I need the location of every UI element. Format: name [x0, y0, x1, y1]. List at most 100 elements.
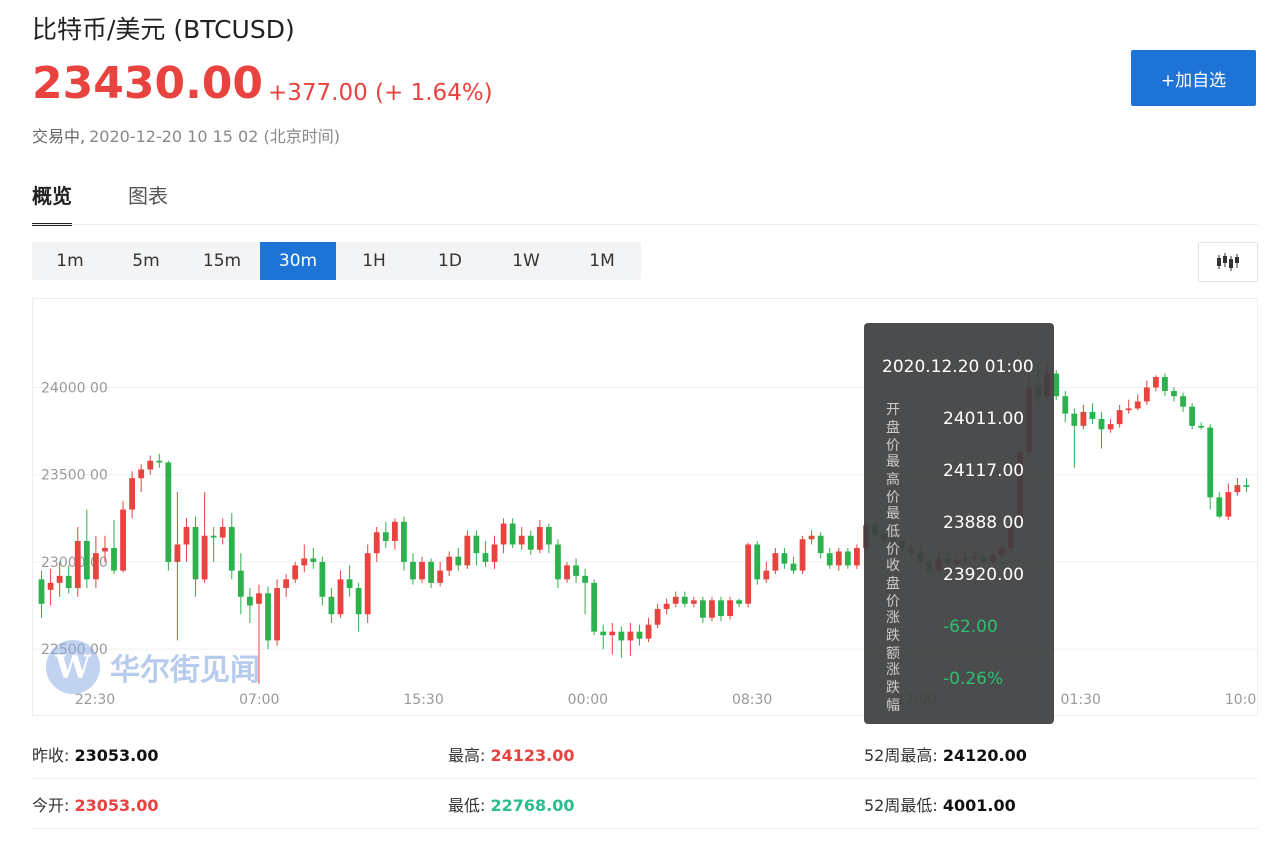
stat-value: 23053.00 — [74, 746, 159, 765]
candle-body — [47, 582, 54, 590]
candle-body — [265, 593, 271, 641]
candle-body — [1162, 377, 1168, 391]
candle-body — [301, 558, 308, 566]
tooltip-row-open: 开盘价 24011.00 — [886, 401, 1046, 454]
tooltip-date: 2020.12.20 01:00 — [882, 357, 1034, 377]
candle-body — [699, 600, 706, 618]
tab-overview[interactable]: 概览 — [32, 180, 72, 226]
candle-body — [74, 540, 81, 589]
tooltip-row-change: 涨跌额 -62.00 — [886, 609, 1046, 662]
period-5m[interactable]: 5m — [108, 242, 184, 280]
period-1d[interactable]: 1D — [412, 242, 488, 280]
candle-body — [799, 539, 806, 571]
stat-value: 4001.00 — [942, 796, 1016, 815]
candle-body — [854, 547, 860, 566]
last-price: 23430.00 — [32, 58, 264, 109]
candle-body — [527, 535, 534, 550]
candlestick-icon — [1217, 253, 1239, 271]
stat-low: 最低: 22768.00 — [448, 792, 575, 816]
candle-body — [1180, 396, 1186, 407]
candle-body — [763, 570, 770, 580]
candle-body — [328, 596, 335, 615]
stats-panel: 昨收: 23053.00 最高: 24123.00 52周最高: 24120.0… — [32, 730, 1258, 830]
candle-body — [781, 553, 788, 564]
y-tick-label: 23500 00 — [41, 468, 108, 484]
candle-body — [1216, 497, 1223, 517]
candle-body — [482, 553, 489, 562]
period-30m[interactable]: 30m — [260, 242, 336, 280]
candle-body — [582, 575, 589, 583]
watermark-logo: W — [46, 640, 100, 694]
candle-body — [337, 579, 344, 615]
candle-body — [228, 527, 235, 571]
x-tick-label: 00:00 — [568, 692, 608, 708]
candle-body — [709, 600, 715, 618]
candle-body — [1225, 492, 1232, 517]
tooltip-row-change-pct: 涨跌幅 -0.26% — [886, 661, 1046, 714]
candle-body — [174, 544, 181, 562]
candle-body — [292, 565, 299, 580]
candle-body — [1189, 406, 1196, 426]
candle-body — [419, 561, 425, 580]
x-tick-label: 22:30 — [75, 692, 115, 708]
candle-body — [120, 509, 126, 571]
x-tick-label: 08:30 — [732, 692, 772, 708]
candle-body — [237, 570, 244, 597]
candle-body — [826, 553, 833, 566]
candle-body — [663, 603, 670, 609]
candle-tooltip: 2020.12.20 01:00 开盘价 24011.00 最高价 24117.… — [864, 323, 1054, 724]
tooltip-row-high: 最高价 24117.00 — [886, 453, 1046, 506]
candle-body — [500, 523, 507, 545]
candle-body — [310, 558, 317, 562]
candle-body — [165, 462, 172, 562]
stat-prev-close: 昨收: 23053.00 — [32, 742, 159, 766]
period-1mo[interactable]: 1M — [564, 242, 640, 280]
chart-type-button[interactable] — [1198, 242, 1258, 282]
x-tick-label: 01:30 — [1061, 692, 1101, 708]
candle-body — [428, 561, 434, 583]
period-1w[interactable]: 1W — [488, 242, 564, 280]
candle-body — [201, 535, 208, 580]
period-1m[interactable]: 1m — [32, 242, 108, 280]
candle-body — [65, 575, 72, 589]
x-tick-label: 07:00 — [239, 692, 279, 708]
candle-body — [1107, 424, 1114, 430]
period-1h[interactable]: 1H — [336, 242, 412, 280]
trading-status: 交易中, 2020-12-20 10 15 02 (北京时间) — [32, 123, 340, 147]
candle-body — [156, 460, 163, 463]
stat-label: 最高: — [448, 746, 486, 765]
period-15m[interactable]: 15m — [184, 242, 260, 280]
candle-body — [283, 579, 290, 589]
tooltip-label: 涨跌额 — [886, 610, 900, 662]
candle-body — [1125, 408, 1132, 411]
candle-body — [672, 596, 679, 604]
candle-body — [1198, 425, 1205, 428]
candle-body — [364, 553, 371, 615]
tooltip-label: 收盘价 — [886, 558, 900, 610]
candle-body — [1062, 396, 1069, 414]
candle-body — [410, 561, 416, 580]
candle-body — [618, 631, 625, 641]
candle-body — [654, 609, 661, 625]
candle-body — [1098, 418, 1105, 430]
tooltip-label: 涨跌幅 — [886, 662, 900, 714]
stat-value: 24123.00 — [490, 746, 575, 765]
stat-label: 52周最低: — [864, 796, 938, 815]
candle-body — [247, 596, 253, 606]
tooltip-value: -62.00 — [943, 617, 998, 637]
candle-body — [745, 544, 752, 604]
candle-body — [256, 593, 262, 604]
tooltip-value: 24011.00 — [943, 409, 1025, 429]
candle-body — [1207, 427, 1214, 498]
tooltip-value: 24117.00 — [943, 461, 1025, 481]
candle-body — [609, 631, 616, 636]
main-tabs: 概览 图表 — [32, 180, 168, 226]
stat-open: 今开: 23053.00 — [32, 792, 159, 816]
candle-body — [518, 535, 525, 545]
candle-body — [437, 570, 444, 583]
candle-body — [1243, 485, 1250, 487]
tab-chart[interactable]: 图表 — [128, 180, 168, 226]
add-watchlist-button[interactable]: +加自选 — [1131, 50, 1256, 106]
candle-body — [808, 535, 815, 540]
candle-body — [817, 535, 824, 554]
